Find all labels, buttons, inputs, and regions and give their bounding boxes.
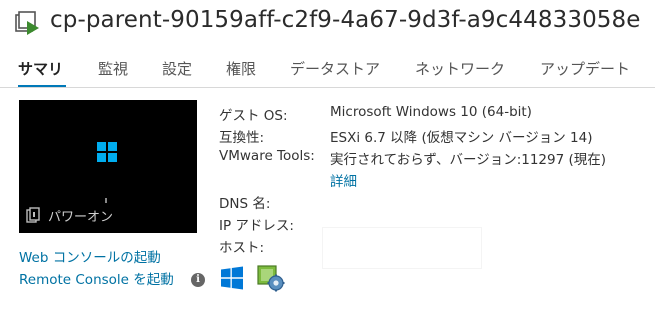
tab-networks[interactable]: ネットワーク	[415, 58, 505, 79]
tab-updates[interactable]: アップデート	[540, 58, 630, 79]
tab-permissions[interactable]: 権限	[226, 58, 256, 79]
tab-summary[interactable]: サマリ	[18, 58, 63, 79]
power-state-label: パワーオン	[48, 210, 114, 225]
ip-address-label: IP アドレス:	[219, 218, 294, 234]
vmware-tools-icon	[257, 265, 285, 292]
tab-datastores[interactable]: データストア	[290, 58, 380, 79]
guest-os-label: ゲスト OS:	[219, 108, 288, 124]
compatibility-label: 互換性:	[219, 130, 265, 146]
windows-icon	[97, 142, 117, 162]
compatibility-value: ESXi 6.7 以降 (仮想マシン バージョン 14)	[330, 130, 593, 146]
tab-divider	[0, 87, 655, 88]
vm-power-icon	[26, 207, 40, 223]
tools-details-link[interactable]: 詳細	[330, 170, 357, 190]
host-value-redacted	[323, 228, 481, 268]
vm-header: cp-parent-90159aff-c2f9-4a67-9d3f-a9c448…	[0, 0, 655, 48]
info-icon[interactable]: i	[191, 273, 205, 287]
windows-os-icon	[221, 266, 243, 290]
launch-web-console-link[interactable]: Web コンソールの起動	[19, 246, 161, 266]
console-thumbnail[interactable]: パワーオン	[19, 100, 197, 233]
tab-bar: サマリ 監視 設定 権限 データストア ネットワーク アップデート	[0, 52, 655, 92]
vmware-tools-value: 実行されておらず、バージョン:11297 (現在)	[330, 152, 607, 168]
tab-monitor[interactable]: 監視	[98, 58, 128, 79]
tab-configure[interactable]: 設定	[162, 58, 192, 79]
mouse-cursor	[105, 198, 107, 203]
vm-name-title: cp-parent-90159aff-c2f9-4a67-9d3f-a9c448…	[50, 7, 641, 33]
launch-remote-console-link[interactable]: Remote Console を起動	[19, 268, 174, 288]
dns-name-label: DNS 名:	[219, 196, 271, 212]
guest-os-value: Microsoft Windows 10 (64-bit)	[330, 104, 532, 120]
vm-running-icon	[15, 11, 39, 35]
host-label: ホスト:	[219, 240, 265, 256]
vmware-tools-label: VMware Tools:	[219, 148, 315, 164]
